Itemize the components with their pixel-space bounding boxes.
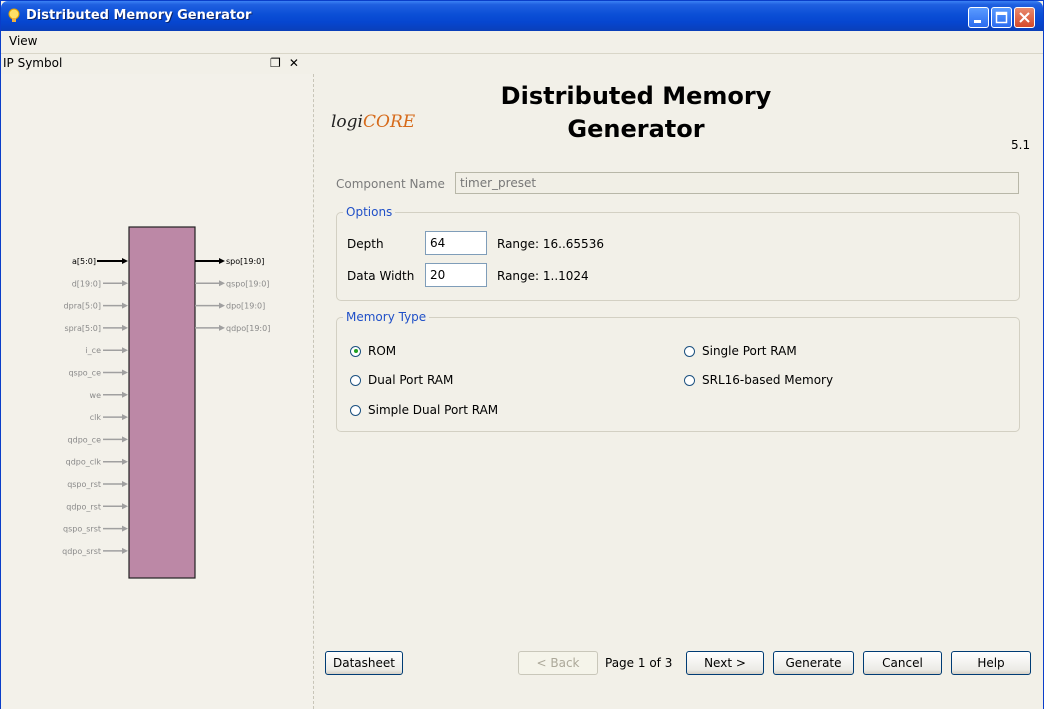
radio-single-port-ram[interactable]: Single Port RAM (684, 344, 797, 358)
radio-unselected-icon (684, 345, 695, 357)
input-pin: spra[5:0] (64, 324, 128, 333)
page-title: Distributed Memory Generator (471, 80, 801, 146)
data-width-input[interactable] (425, 263, 487, 287)
ip-symbol-diagram: a[5:0] d[19:0] dpra[5:0] spra[5:0] i_ce qspo_… (62, 226, 270, 579)
radio-single-port-ram-label: Single Port RAM (702, 344, 797, 358)
version-label: 5.1 (1011, 138, 1031, 152)
page-indicator: Page 1 of 3 (605, 656, 673, 670)
lightbulb-icon (8, 8, 20, 22)
input-pin-label: qspo_rst (67, 480, 101, 489)
input-pin-label: we (90, 391, 102, 400)
options-group: Options Depth Range: 16..65536 Data Widt… (336, 205, 1020, 301)
radio-simple-dual-port-ram[interactable]: Simple Dual Port RAM (350, 403, 498, 417)
radio-rom-label: ROM (368, 344, 397, 358)
radio-selected-icon (350, 345, 361, 357)
output-pin: qdpo[19:0] (195, 324, 270, 333)
memory-block (128, 226, 196, 579)
input-pin: qdpo_clk (66, 458, 128, 467)
close-icon (1019, 12, 1030, 23)
back-button[interactable]: < Back (518, 651, 598, 675)
component-name-label: Component Name (336, 177, 445, 191)
depth-input[interactable] (425, 231, 487, 255)
datasheet-button[interactable]: Datasheet (325, 651, 403, 675)
memory-type-group: Memory Type ROM Single Port RAM Dual Por… (336, 310, 1020, 432)
input-pin: i_ce (85, 346, 128, 355)
input-pin-label: qspo_ce (68, 369, 101, 378)
input-pin: qdpo_rst (66, 502, 128, 511)
input-pin-label: a[5:0] (72, 257, 96, 266)
page-title-line1: Distributed Memory (500, 82, 772, 110)
minimize-button[interactable] (968, 7, 989, 28)
input-pin-label: clk (90, 413, 102, 422)
depth-range: Range: 16..65536 (497, 237, 604, 251)
app-window: Distributed Memory Generator View IP Sym… (0, 0, 1044, 709)
component-name-input[interactable] (455, 172, 1019, 194)
radio-simple-dual-port-ram-label: Simple Dual Port RAM (368, 403, 499, 417)
input-pin: d[19:0] (72, 279, 128, 288)
input-pin: qspo_ce (68, 369, 128, 378)
logicore-logo: logiCORE (331, 112, 415, 132)
input-pin-label: qdpo_rst (66, 502, 101, 511)
radio-rom[interactable]: ROM (350, 344, 396, 358)
input-pin-label: spra[5:0] (64, 324, 101, 333)
data-width-range: Range: 1..1024 (497, 269, 589, 283)
options-legend: Options (343, 205, 396, 219)
input-pin-label: d[19:0] (72, 279, 101, 288)
input-pin: qspo_srst (63, 525, 128, 534)
radio-srl16-memory-label: SRL16-based Memory (702, 373, 834, 387)
page-title-line2: Generator (567, 115, 705, 143)
input-pin: dpra[5:0] (64, 302, 128, 311)
input-pin: qdpo_srst (62, 547, 128, 556)
input-pin-label: i_ce (85, 346, 101, 355)
input-pin: qspo_rst (67, 480, 128, 489)
radio-dual-port-ram[interactable]: Dual Port RAM (350, 373, 453, 387)
radio-unselected-icon (684, 374, 695, 386)
next-button[interactable]: Next > (686, 651, 764, 675)
radio-unselected-icon (350, 404, 361, 416)
ip-symbol-panel-header: IP Symbol ❐ ✕ (1, 54, 305, 75)
memory-type-legend: Memory Type (343, 310, 430, 324)
logo-logi-text: logi (331, 112, 363, 132)
window-title: Distributed Memory Generator (26, 8, 252, 23)
title-bar[interactable]: Distributed Memory Generator (1, 1, 1043, 31)
input-pin: qdpo_ce (68, 435, 128, 444)
maximize-button[interactable] (991, 7, 1012, 28)
input-pin: we (90, 391, 128, 400)
input-pin-label: dpra[5:0] (64, 302, 101, 311)
input-pin-label: qdpo_ce (68, 435, 102, 444)
input-pin-label: qdpo_clk (66, 458, 102, 467)
output-pin-label: qdpo[19:0] (226, 324, 270, 333)
output-pin-label: qspo[19:0] (226, 279, 269, 288)
data-width-label: Data Width (347, 269, 415, 283)
close-button[interactable] (1014, 7, 1035, 28)
input-pin: a[5:0] (72, 257, 128, 266)
menu-bar: View (1, 31, 1043, 54)
input-pin: clk (90, 413, 128, 422)
input-pin-label: qdpo_srst (62, 547, 101, 556)
ip-symbol-title: IP Symbol (3, 56, 63, 70)
radio-srl16-memory[interactable]: SRL16-based Memory (684, 373, 833, 387)
main-content: IP Symbol ❐ ✕ a[5:0] d[19:0] dpra[5:0] spra… (1, 54, 1043, 709)
generate-button[interactable]: Generate (773, 651, 854, 675)
output-pin-label: dpo[19:0] (226, 302, 265, 311)
depth-label: Depth (347, 237, 384, 251)
output-pin: qspo[19:0] (195, 279, 269, 288)
output-pin-label: spo[19:0] (226, 257, 264, 266)
cancel-button[interactable]: Cancel (863, 651, 942, 675)
radio-unselected-icon (350, 374, 361, 386)
input-pin-label: qspo_srst (63, 525, 101, 534)
logo-core-text: CORE (363, 112, 416, 132)
panel-float-close-icons[interactable]: ❐ ✕ (270, 56, 301, 70)
output-pin: dpo[19:0] (195, 302, 265, 311)
ip-symbol-panel: a[5:0] d[19:0] dpra[5:0] spra[5:0] i_ce qspo_… (1, 74, 314, 709)
output-pin: spo[19:0] (195, 257, 264, 266)
minimize-icon (974, 20, 981, 23)
radio-dual-port-ram-label: Dual Port RAM (368, 373, 454, 387)
help-button[interactable]: Help (951, 651, 1031, 675)
maximize-icon (995, 11, 1008, 24)
menu-view[interactable]: View (9, 34, 37, 48)
